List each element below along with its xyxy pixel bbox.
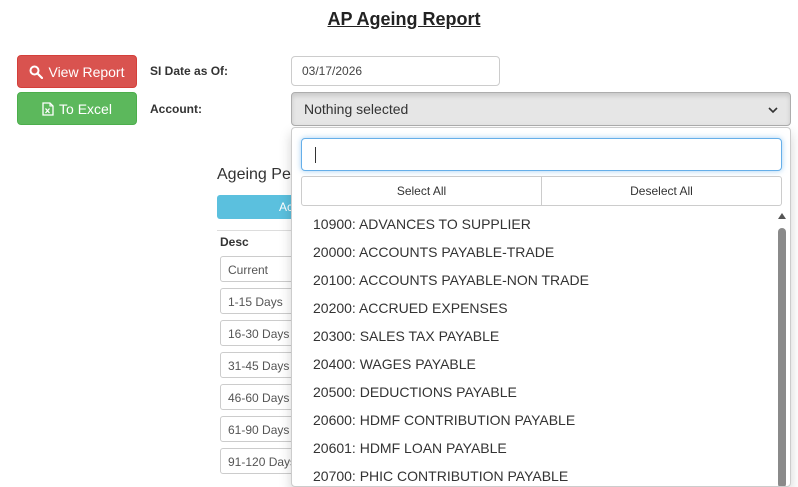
text-caret (315, 147, 316, 163)
account-option[interactable]: 20601: HDMF LOAN PAYABLE (292, 434, 776, 462)
account-option[interactable]: 20200: ACCRUED EXPENSES (292, 294, 776, 322)
page-title: AP Ageing Report (327, 9, 481, 29)
account-option[interactable]: 20400: WAGES PAYABLE (292, 350, 776, 378)
date-label: SI Date as Of: (150, 64, 229, 78)
si-date-input[interactable] (291, 56, 500, 86)
account-search-input[interactable] (301, 138, 782, 171)
account-option[interactable]: 20500: DEDUCTIONS PAYABLE (292, 378, 776, 406)
deselect-all-button[interactable]: Deselect All (542, 176, 782, 206)
account-option[interactable]: 20600: HDMF CONTRIBUTION PAYABLE (292, 406, 776, 434)
account-option[interactable]: 20700: PHIC CONTRIBUTION PAYABLE (292, 462, 776, 486)
account-label: Account: (150, 102, 202, 116)
to-excel-label: To Excel (59, 100, 112, 117)
dropdown-scrollbar[interactable] (777, 210, 787, 486)
scrollbar-thumb[interactable] (778, 228, 786, 486)
ageing-section-title: Ageing Pe (217, 166, 291, 183)
excel-file-icon (42, 101, 54, 116)
account-option[interactable]: 20300: SALES TAX PAYABLE (292, 322, 776, 350)
account-select-value: Nothing selected (304, 101, 409, 117)
select-all-button[interactable]: Select All (301, 176, 542, 206)
account-options-list: 10900: ADVANCES TO SUPPLIER 20000: ACCOU… (292, 210, 776, 486)
chevron-down-icon (768, 101, 778, 117)
view-report-label: View Report (48, 63, 125, 80)
select-actions: Select All Deselect All (301, 176, 782, 206)
account-option[interactable]: 20100: ACCOUNTS PAYABLE-NON TRADE (292, 266, 776, 294)
to-excel-button[interactable]: To Excel (17, 92, 137, 125)
account-dropdown-menu: Select All Deselect All 10900: ADVANCES … (291, 127, 791, 487)
account-option[interactable]: 20000: ACCOUNTS PAYABLE-TRADE (292, 238, 776, 266)
view-report-button[interactable]: View Report (17, 55, 137, 88)
search-icon (29, 65, 44, 79)
account-option[interactable]: 10900: ADVANCES TO SUPPLIER (292, 210, 776, 238)
account-select[interactable]: Nothing selected (291, 92, 791, 126)
scroll-up-arrow-icon[interactable] (778, 213, 786, 219)
